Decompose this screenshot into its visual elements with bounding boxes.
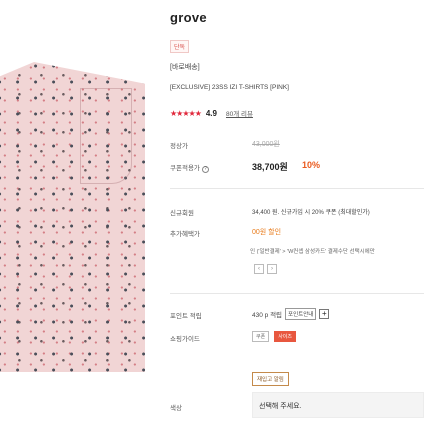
coupon-price-value: 38,700원 (252, 162, 288, 172)
rating-row: ★★★★★ 4.9 80개 리뷰 (170, 107, 253, 119)
color-select[interactable]: 선택해 주세요. (252, 392, 424, 418)
delivery-type: [바로배송] (170, 64, 200, 71)
product-name: [EXCLUSIVE] 23SS IZI T-SHIRTS [PINK] (170, 84, 289, 91)
product-image (0, 62, 148, 372)
coupon-price-label-text: 쿠폰적용가 (170, 165, 200, 172)
discount-rate: 10% (302, 160, 321, 170)
divider (170, 188, 424, 189)
size-guide-button[interactable]: 사이즈 (274, 331, 297, 342)
coupon-price-label: 쿠폰적용가? (170, 162, 209, 173)
benefit-carousel-controls: ‹ › (254, 264, 277, 274)
coupon-guide-button[interactable]: 쿠폰 (252, 331, 270, 342)
color-label: 색상 (170, 405, 182, 412)
brand-name[interactable]: grove (170, 10, 207, 25)
points-row: 430 p 적립 포인트안내 + (252, 308, 330, 320)
regular-price-label: 정상가 (170, 143, 188, 150)
points-value: 430 p 적립 (252, 312, 283, 319)
regular-price-value: 43,000원 (252, 141, 280, 148)
shopping-guide-label: 쇼핑가이드 (170, 336, 200, 343)
exclusive-badge: 단독 (170, 40, 190, 53)
new-member-label: 신규회원 (170, 210, 194, 217)
new-member-benefit: 34,400 원. 신규가입 시 20% 쿠폰 (최대할인가) (252, 210, 370, 216)
star-rating-icon: ★★★★★ (170, 108, 202, 118)
product-info-panel: grove 단독 [바로배송] [EXCLUSIVE] 23SS IZI T-S… (170, 0, 424, 424)
restock-alert-button[interactable]: 재입고 알림 (252, 372, 289, 386)
points-info-button[interactable]: 포인트안내 (285, 308, 317, 320)
divider (170, 293, 424, 294)
help-icon[interactable]: ? (201, 166, 209, 173)
card-discount-note: 인 ('일반결제' > 'W컨셉 삼성카드' 결제수단 선택시에만 (250, 249, 375, 255)
rating-score: 4.9 (205, 108, 217, 118)
shopping-guide-buttons: 쿠폰 사이즈 (252, 331, 297, 342)
chevron-right-icon[interactable]: › (267, 264, 277, 274)
points-label: 포인트 적립 (170, 313, 202, 320)
chevron-left-icon[interactable]: ‹ (254, 264, 264, 274)
plus-icon[interactable]: + (319, 309, 330, 319)
extra-benefit-value: 00원 할인 (252, 229, 282, 236)
shirt-sleeve-seam (80, 88, 132, 184)
review-count-link[interactable]: 80개 리뷰 (226, 108, 253, 118)
extra-benefit-label: 추가혜택가 (170, 231, 200, 238)
